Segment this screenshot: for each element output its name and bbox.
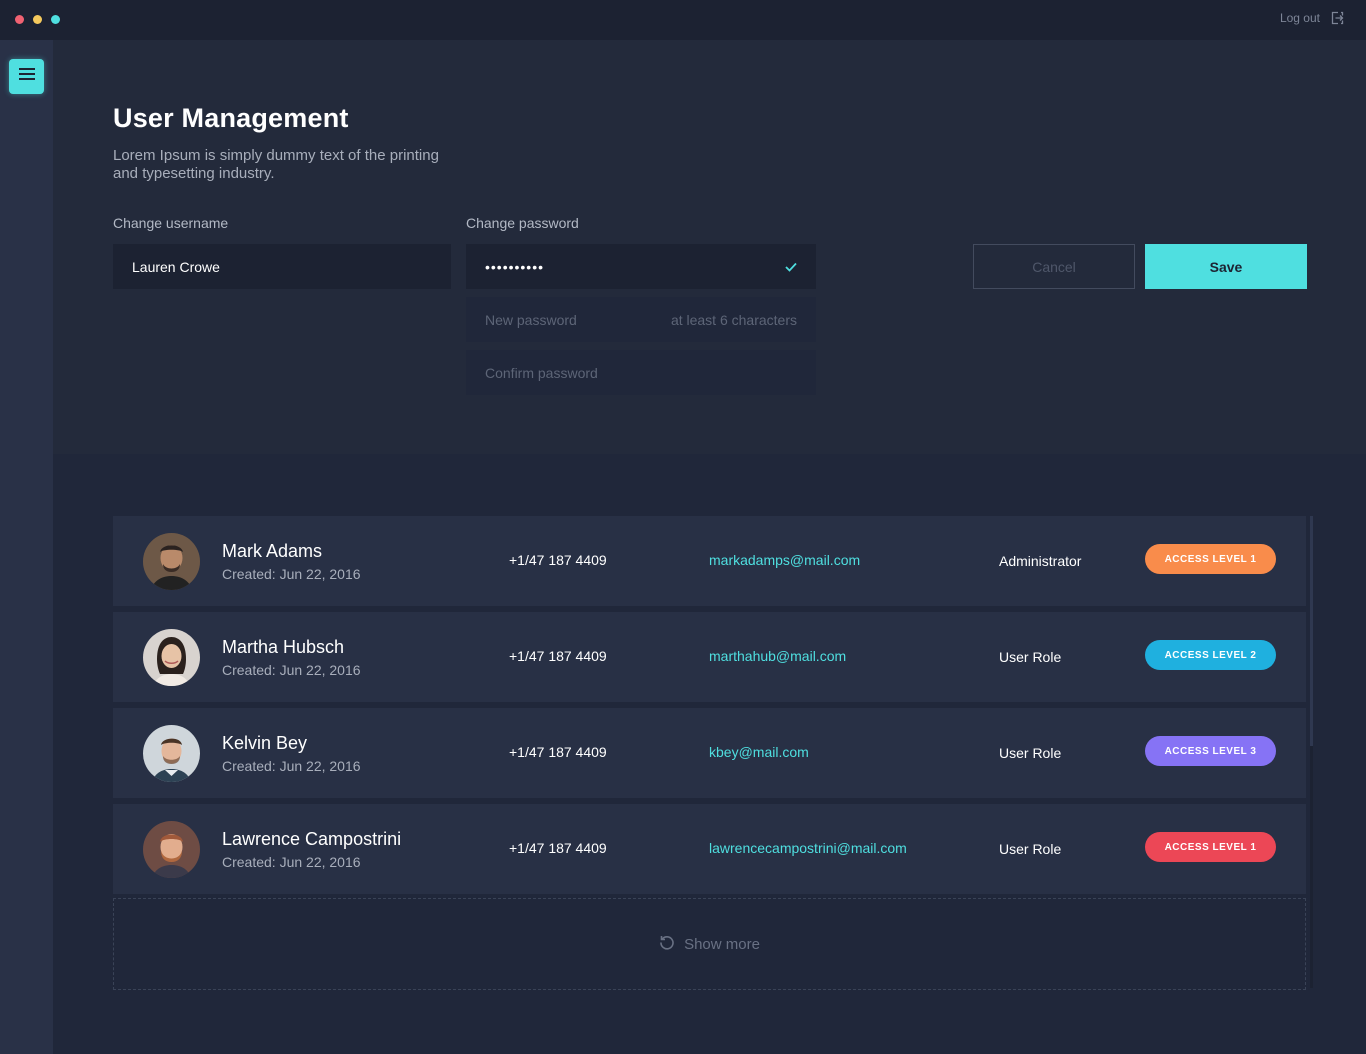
user-created: Created: Jun 22, 2016 bbox=[222, 758, 361, 774]
scrollbar-thumb[interactable] bbox=[1310, 516, 1313, 746]
new-password-hint: at least 6 characters bbox=[670, 311, 797, 328]
avatar bbox=[143, 725, 200, 782]
user-name: Lawrence Campostrini bbox=[222, 829, 402, 849]
avatar bbox=[143, 533, 200, 590]
show-more-button[interactable]: Show more bbox=[113, 898, 1306, 990]
access-level-badge[interactable]: ACCESS LEVEL 1 bbox=[1145, 832, 1276, 862]
page-title: User Management bbox=[113, 103, 349, 133]
page-description: Lorem Ipsum is simply dummy text of the … bbox=[113, 147, 439, 182]
logout-label: Log out bbox=[1279, 11, 1320, 25]
user-phone: +1/47 187 4409 bbox=[509, 648, 607, 664]
user-row[interactable]: Kelvin Bey Created: Jun 22, 2016 +1/47 1… bbox=[113, 708, 1306, 798]
user-phone: +1/47 187 4409 bbox=[509, 552, 607, 568]
user-phone: +1/47 187 4409 bbox=[509, 744, 607, 760]
user-email[interactable]: marthahub@mail.com bbox=[709, 648, 846, 664]
menu-button[interactable] bbox=[9, 59, 44, 94]
user-email[interactable]: markadamps@mail.com bbox=[709, 552, 860, 568]
password-value: •••••••••• bbox=[485, 258, 545, 275]
title-bar: Log out bbox=[0, 0, 1366, 40]
user-role: Administrator bbox=[999, 553, 1082, 569]
sidebar bbox=[0, 40, 53, 1054]
user-row[interactable]: Martha Hubsch Created: Jun 22, 2016 +1/4… bbox=[113, 612, 1306, 702]
password-label: Change password bbox=[466, 215, 579, 231]
window-close-dot[interactable] bbox=[15, 15, 24, 24]
user-phone: +1/47 187 4409 bbox=[509, 840, 607, 856]
confirm-password-placeholder: Confirm password bbox=[485, 364, 598, 381]
save-button[interactable]: Save bbox=[1145, 244, 1307, 289]
user-email[interactable]: lawrencecampostrini@mail.com bbox=[709, 840, 907, 856]
user-created: Created: Jun 22, 2016 bbox=[222, 662, 361, 678]
logout-button[interactable]: Log out bbox=[1280, 11, 1344, 25]
user-row[interactable]: Mark Adams Created: Jun 22, 2016 +1/47 1… bbox=[113, 516, 1306, 606]
cancel-button[interactable]: Cancel bbox=[973, 244, 1135, 289]
user-email[interactable]: kbey@mail.com bbox=[709, 744, 809, 760]
current-password-field[interactable]: •••••••••• bbox=[466, 244, 816, 289]
check-icon bbox=[785, 259, 797, 275]
username-field[interactable]: Lauren Crowe bbox=[113, 244, 451, 289]
access-level-badge[interactable]: ACCESS LEVEL 2 bbox=[1145, 640, 1276, 670]
new-password-field[interactable]: New password at least 6 characters bbox=[466, 297, 816, 342]
user-name: Kelvin Bey bbox=[222, 733, 308, 753]
confirm-password-field[interactable]: Confirm password bbox=[466, 350, 816, 395]
user-row[interactable]: Lawrence Campostrini Created: Jun 22, 20… bbox=[113, 804, 1306, 894]
show-more-label: Show more bbox=[684, 935, 760, 953]
user-name: Martha Hubsch bbox=[222, 637, 345, 657]
user-role: User Role bbox=[999, 841, 1062, 857]
user-role: User Role bbox=[999, 745, 1062, 761]
access-level-badge[interactable]: ACCESS LEVEL 3 bbox=[1145, 736, 1276, 766]
avatar bbox=[143, 629, 200, 686]
username-label: Change username bbox=[113, 215, 229, 231]
logout-icon bbox=[1330, 11, 1344, 25]
refresh-icon bbox=[659, 934, 675, 954]
user-role: User Role bbox=[999, 649, 1062, 665]
username-value: Lauren Crowe bbox=[132, 258, 220, 275]
user-created: Created: Jun 22, 2016 bbox=[222, 566, 361, 582]
window-maximize-dot[interactable] bbox=[51, 15, 60, 24]
access-level-badge[interactable]: ACCESS LEVEL 1 bbox=[1145, 544, 1276, 574]
window-minimize-dot[interactable] bbox=[33, 15, 42, 24]
new-password-placeholder: New password bbox=[485, 311, 577, 328]
user-created: Created: Jun 22, 2016 bbox=[222, 854, 361, 870]
user-name: Mark Adams bbox=[222, 541, 323, 561]
avatar bbox=[143, 821, 200, 878]
hamburger-icon bbox=[18, 67, 36, 86]
